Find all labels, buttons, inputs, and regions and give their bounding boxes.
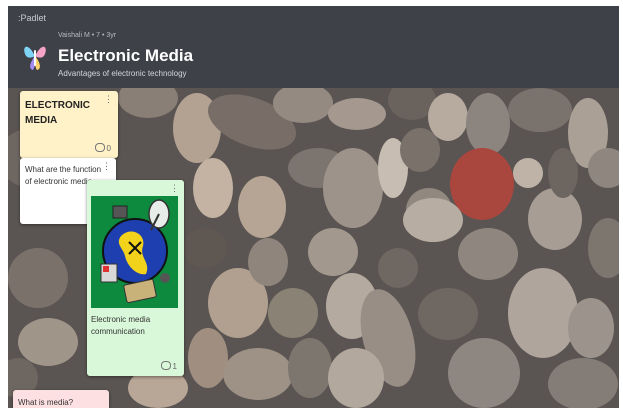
- padlet-brand[interactable]: :Padlet: [18, 13, 46, 23]
- more-vertical-icon[interactable]: ⋮: [170, 184, 179, 193]
- butterfly-logo-icon: [24, 46, 46, 70]
- post-card[interactable]: What is media?: [13, 390, 109, 408]
- comment-bubble-icon: [160, 361, 171, 370]
- electronic-devices-image[interactable]: [91, 196, 178, 308]
- post-card[interactable]: ⋮ Electronic media communication 1: [87, 180, 184, 376]
- comment-bubble-icon: [94, 143, 105, 152]
- board-meta: Vaishali M • 7 • 3yr: [58, 32, 117, 39]
- padlet-window: :Padlet Vaishali M • 7 • 3yr Electronic …: [8, 6, 619, 408]
- comment-count-value: 1: [172, 362, 177, 371]
- post-body: What is media?: [18, 398, 74, 407]
- post-card[interactable]: ELECTRONIC MEDIA ⋮ 0: [20, 91, 118, 158]
- post-body: Electronic media communication: [91, 315, 151, 336]
- post-title: ELECTRONIC MEDIA: [25, 100, 90, 126]
- comment-count[interactable]: 1: [160, 361, 177, 371]
- more-vertical-icon[interactable]: ⋮: [104, 95, 113, 104]
- board-header: :Padlet Vaishali M • 7 • 3yr Electronic …: [8, 6, 619, 88]
- more-vertical-icon[interactable]: ⋮: [102, 162, 111, 171]
- board-subtitle: Advantages of electronic technology: [58, 69, 187, 78]
- comment-count-value: 0: [106, 144, 111, 153]
- comment-count[interactable]: 0: [94, 143, 111, 153]
- board-title: Electronic Media: [58, 46, 194, 65]
